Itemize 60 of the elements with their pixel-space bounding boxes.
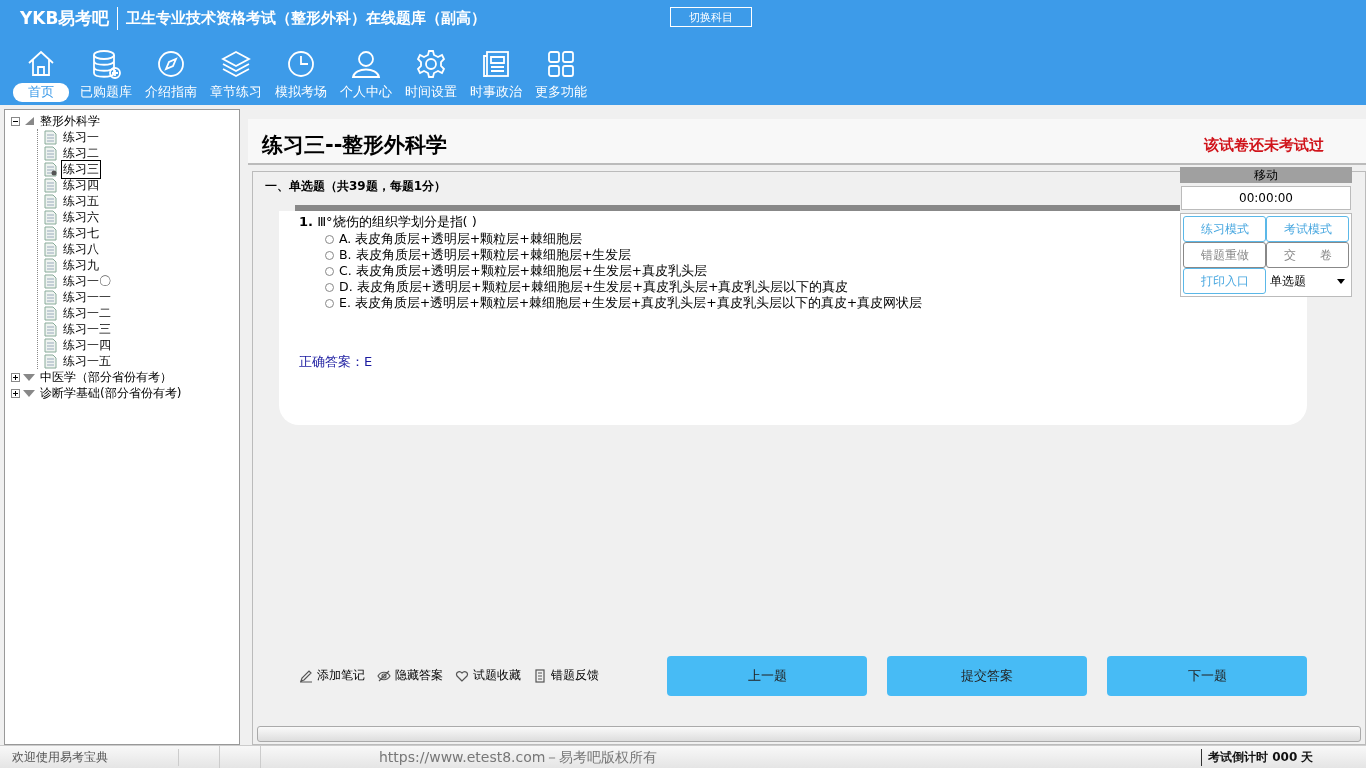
option-text: A. 表皮角质层+透明层+颗粒层+棘细胞层 <box>339 230 582 248</box>
folder-closed-icon <box>23 388 35 398</box>
radio-button[interactable] <box>325 250 334 260</box>
document-icon <box>44 129 58 145</box>
countdown-text: 考试倒计时 000 天 <box>1201 749 1366 766</box>
document-icon <box>44 321 58 337</box>
folder-closed-icon <box>23 372 35 382</box>
option-text: B. 表皮角质层+透明层+颗粒层+棘细胞层+生发层 <box>339 246 632 264</box>
move-handle[interactable]: 移动 <box>1180 167 1352 183</box>
radio-button[interactable] <box>325 234 334 244</box>
horizontal-scrollbar[interactable] <box>257 726 1361 742</box>
document-icon <box>44 145 58 161</box>
eye-icon <box>377 668 391 683</box>
action-button[interactable]: 提交答案 <box>887 656 1087 696</box>
document-icon <box>44 241 58 257</box>
pencil-icon <box>299 668 313 683</box>
tool-link[interactable]: 试题收藏 <box>473 668 521 683</box>
settings-icon <box>414 48 447 80</box>
layers-icon <box>219 48 252 80</box>
tool-link[interactable]: 隐藏答案 <box>395 668 443 683</box>
document-icon <box>44 209 58 225</box>
expand-toggle[interactable] <box>11 116 20 126</box>
app-title: 卫生专业技术资格考试（整形外科）在线题库（副高） <box>125 8 487 28</box>
paper-title: 练习三--整形外科学 <box>262 132 448 159</box>
tree-item[interactable]: 练习三 <box>61 159 101 179</box>
expand-toggle[interactable] <box>11 388 20 398</box>
caret-icon <box>1337 278 1345 284</box>
tool-link[interactable]: 错题反馈 <box>551 668 599 683</box>
option-text: C. 表皮角质层+透明层+颗粒层+棘细胞层+生发层+真皮乳头层 <box>339 262 708 280</box>
document-icon <box>44 177 58 193</box>
option-text: E. 表皮角质层+透明层+颗粒层+棘细胞层+生发层+真皮乳头层+真皮乳头层以下的真皮+真皮网状层 <box>339 294 923 312</box>
folder-open-icon <box>23 116 35 126</box>
timer: 00:00:00 <box>1181 186 1351 210</box>
correct-answer: 正确答案：E <box>299 353 374 371</box>
document-icon <box>533 668 547 683</box>
action-button[interactable]: 下一题 <box>1107 656 1307 696</box>
expand-toggle[interactable] <box>11 372 20 382</box>
question-text: 1. Ⅲ°烧伤的组织学划分是指( ) <box>299 213 477 231</box>
user-icon <box>349 48 382 80</box>
copyright-text: https://www.etest8.com－易考吧版权所有 <box>378 748 658 767</box>
welcome-text: 欢迎使用易考宝典 <box>0 749 179 766</box>
document-icon <box>44 257 58 273</box>
document-icon <box>44 337 58 353</box>
option-text: D. 表皮角质层+透明层+颗粒层+棘细胞层+生发层+真皮乳头层+真皮乳头层以下的真皮 <box>339 278 849 296</box>
document-icon <box>44 289 58 305</box>
radio-button[interactable] <box>325 298 334 308</box>
radio-button[interactable] <box>325 266 334 276</box>
tool-link[interactable]: 添加笔记 <box>317 668 365 683</box>
document-icon <box>44 193 58 209</box>
section-heading: 一、单选题（共39题，每题1分） <box>265 178 447 195</box>
action-button[interactable]: 上一题 <box>667 656 867 696</box>
document-icon <box>44 353 58 369</box>
document-icon <box>44 305 58 321</box>
document-pin-icon <box>44 161 58 177</box>
paper-status: 该试卷还未考试过 <box>1204 136 1324 155</box>
radio-button[interactable] <box>325 282 334 292</box>
heart-icon <box>455 668 469 683</box>
document-icon <box>44 273 58 289</box>
logo: YKB易考吧 <box>20 6 119 30</box>
document-icon <box>44 225 58 241</box>
